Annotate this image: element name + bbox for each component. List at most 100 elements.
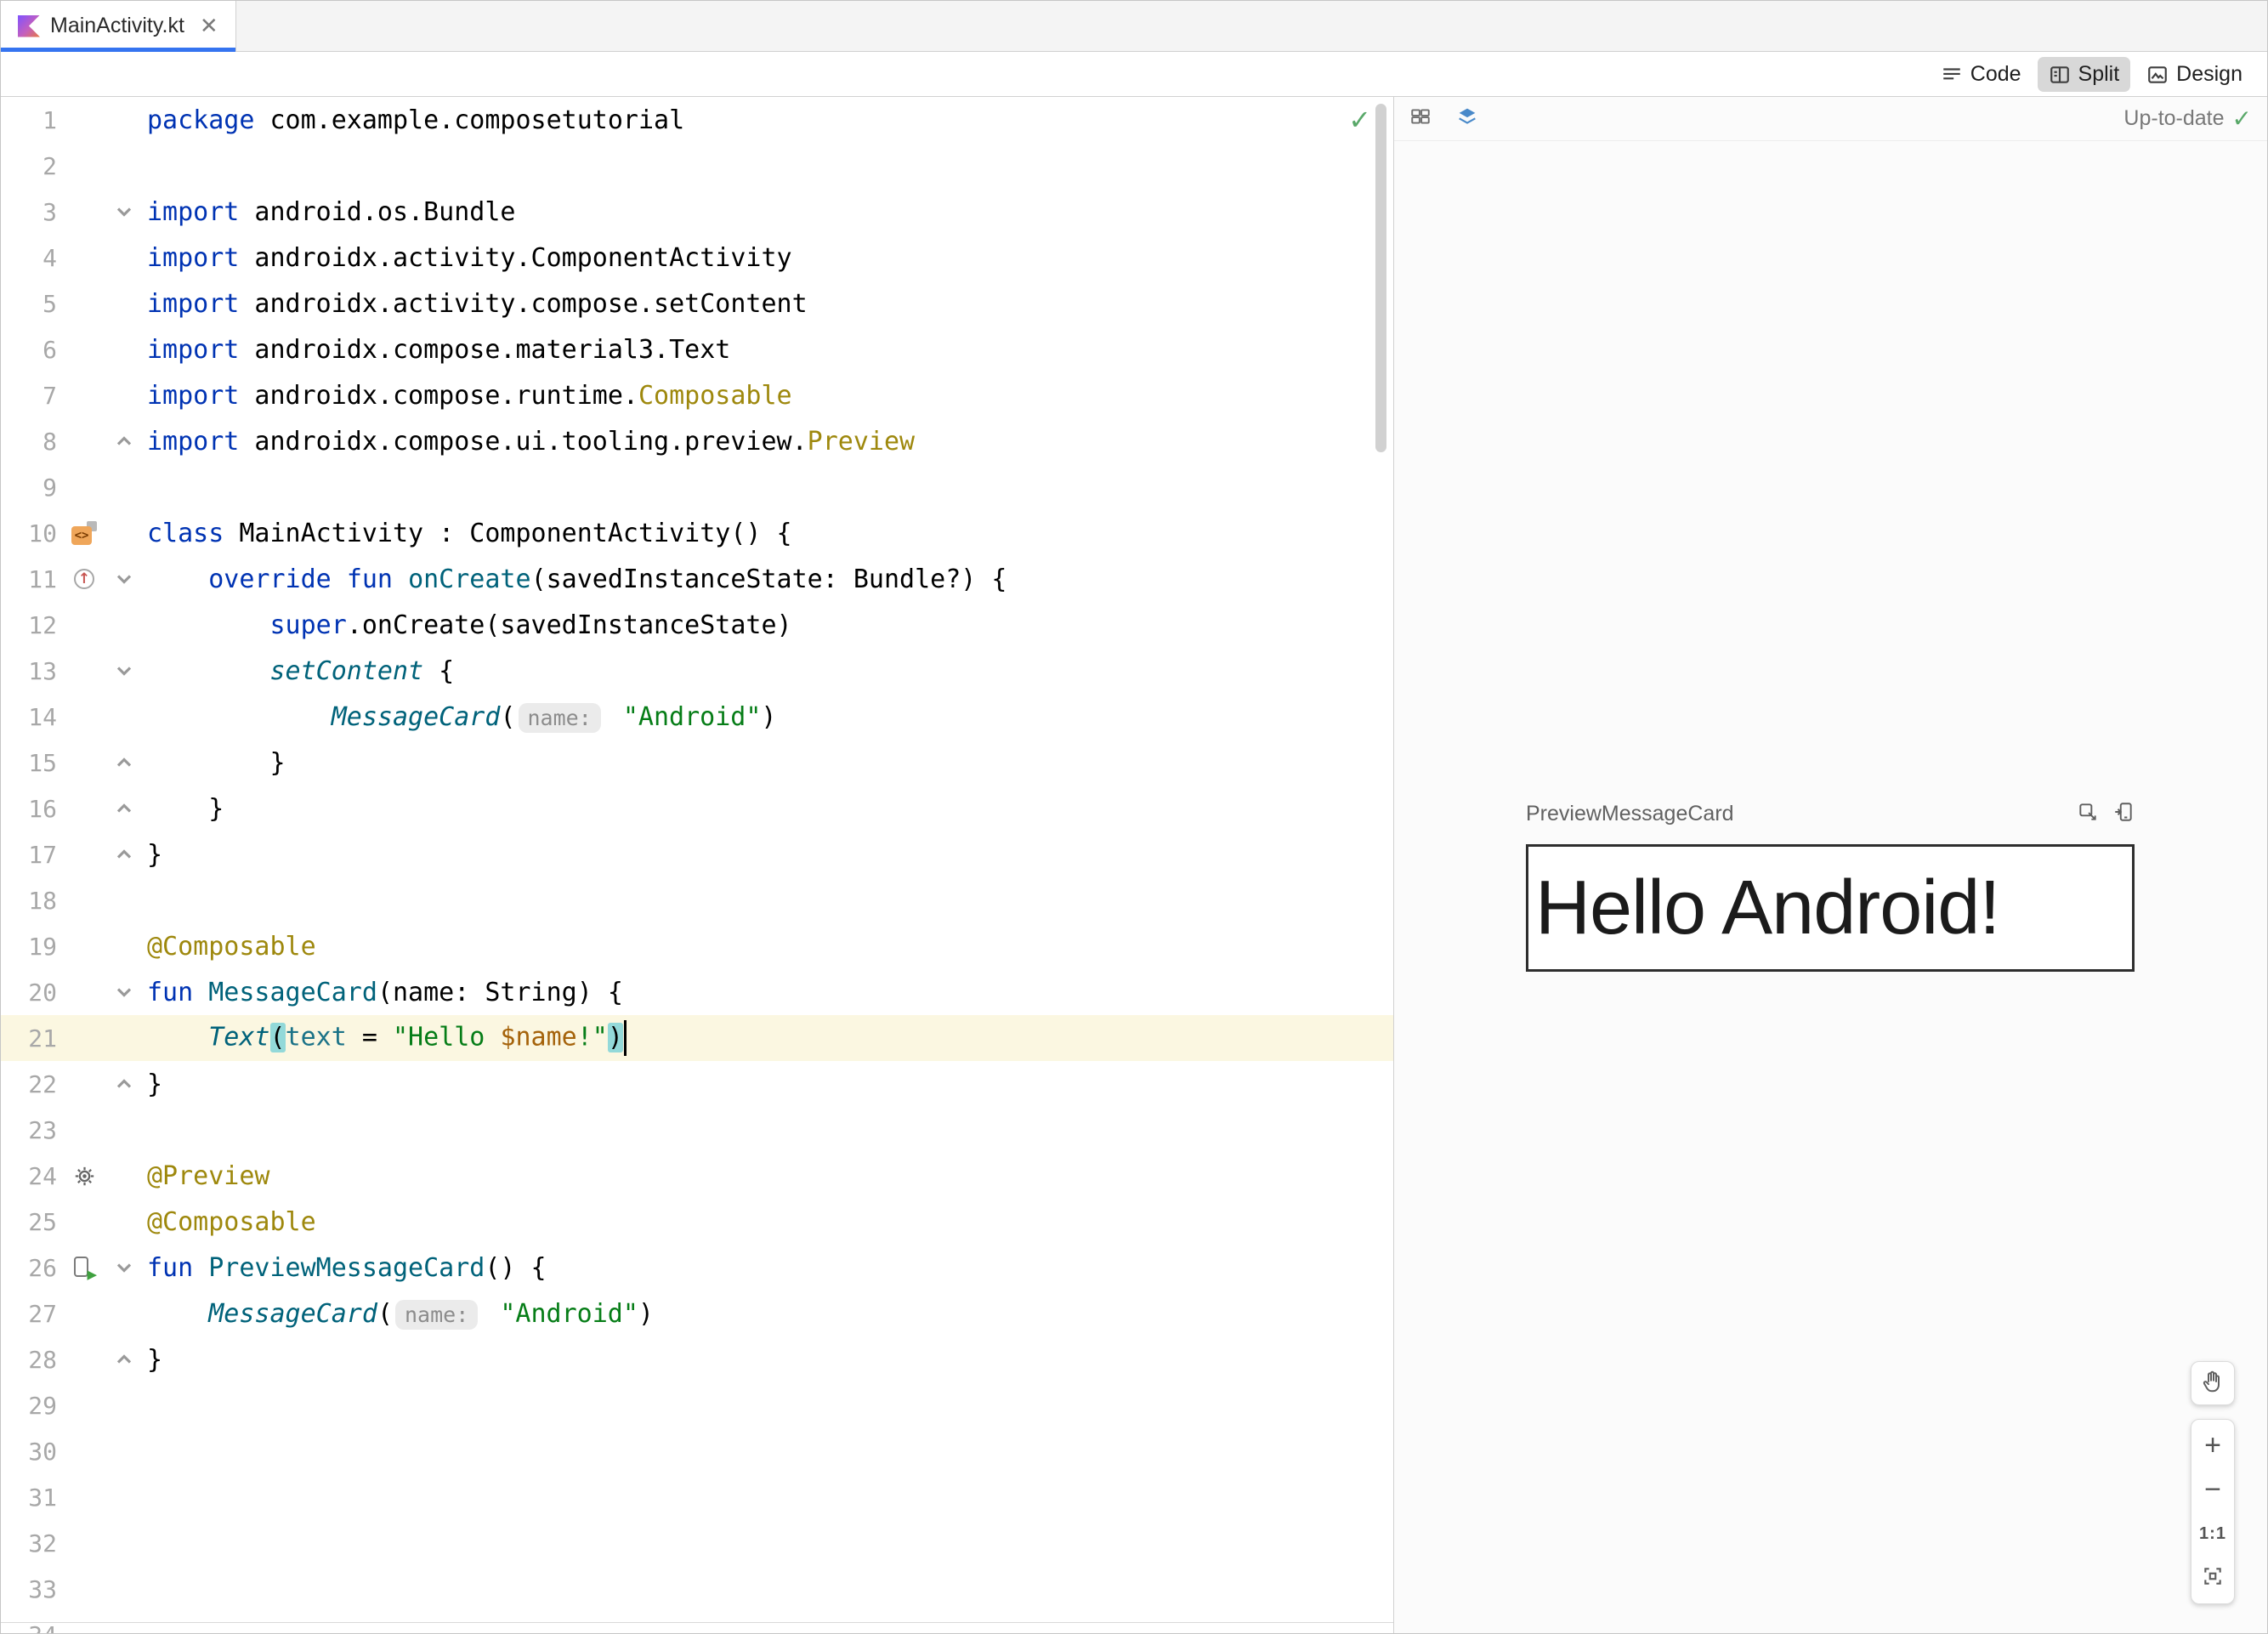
fold-down-marker[interactable] [106, 665, 142, 677]
code-text[interactable]: @Composable [142, 932, 1393, 962]
editor-vertical-scrollbar[interactable] [1375, 104, 1386, 452]
inspections-ok-check-icon[interactable]: ✓ [1348, 104, 1371, 136]
code-line-21: 21 Text(text = "Hello $name!") [1, 1015, 1393, 1061]
preview-card-header: PreviewMessageCard [1526, 801, 2135, 827]
line-number: 2 [43, 151, 57, 180]
fit-screen-icon [2202, 1562, 2224, 1595]
code-text[interactable]: override fun onCreate(savedInstanceState… [142, 565, 1393, 594]
preview-layers-icon[interactable] [1455, 105, 1479, 133]
override-method-icon[interactable]: ↑ [74, 569, 94, 589]
view-design-button[interactable]: Design [2135, 57, 2254, 92]
code-text[interactable]: @Composable [142, 1207, 1393, 1237]
preview-canvas[interactable]: Hello Android! [1526, 844, 2135, 972]
tab-title: MainActivity.kt [50, 14, 184, 37]
class-marker-icon[interactable]: <> [71, 521, 97, 545]
zoom-controls: + − 1:1 [2191, 1419, 2235, 1604]
line-number: 30 [28, 1437, 57, 1466]
code-text[interactable]: } [142, 794, 1393, 824]
code-line-23: 23 [1, 1107, 1393, 1153]
android-studio-split-editor: { "colors": { "accent_blue": "#3574F0", … [0, 0, 2268, 1634]
code-text[interactable]: fun PreviewMessageCard() { [142, 1253, 1393, 1283]
line-number: 29 [28, 1391, 57, 1420]
code-line-30: 30 [1, 1428, 1393, 1474]
zoom-actual-size-button[interactable]: 1:1 [2191, 1512, 2234, 1556]
code-text[interactable]: import androidx.compose.runtime.Composab… [142, 381, 1393, 411]
code-line-26: 26 ▶ fun PreviewMessageCard() { [1, 1245, 1393, 1291]
view-mode-toolbar: Code Split Design [1, 53, 2267, 97]
code-text[interactable]: } [142, 1069, 1393, 1099]
code-text[interactable]: fun MessageCard(name: String) { [142, 978, 1393, 1007]
code-text[interactable]: import androidx.compose.ui.tooling.previ… [142, 427, 1393, 457]
line-number: 24 [28, 1161, 57, 1190]
code-line-24: 24 @Preview [1, 1153, 1393, 1199]
line-number: 3 [43, 197, 57, 226]
split-view-label: Split [2078, 62, 2120, 86]
code-text[interactable]: } [142, 1345, 1393, 1375]
line-number: 16 [28, 794, 57, 823]
gutter-icon-cell[interactable]: ▶ [62, 1256, 106, 1281]
line-number: 22 [28, 1069, 57, 1098]
text-caret [623, 1020, 627, 1056]
code-line-28: 28} [1, 1336, 1393, 1382]
fold-up-marker[interactable] [106, 435, 142, 447]
preview-settings-gear-icon[interactable] [73, 1165, 96, 1188]
line-number: 11 [28, 565, 57, 593]
editor-bottom-divider [1, 1622, 1393, 1623]
code-text[interactable]: @Preview [142, 1161, 1393, 1191]
view-code-button[interactable]: Code [1930, 57, 2033, 92]
line-number: 19 [28, 932, 57, 961]
code-view-icon [1941, 64, 1963, 86]
zoom-in-button[interactable]: + [2191, 1423, 2234, 1467]
view-split-button[interactable]: Split [2037, 57, 2131, 92]
code-line-3: 3 import android.os.Bundle [1, 189, 1393, 235]
code-text[interactable]: } [142, 748, 1393, 778]
code-text[interactable]: class MainActivity : ComponentActivity()… [142, 519, 1393, 548]
line-number: 17 [28, 840, 57, 869]
preview-rendered-text: Hello Android! [1535, 865, 2000, 950]
tab-close-icon[interactable]: ✕ [200, 13, 218, 39]
code-line-9: 9 [1, 464, 1393, 510]
fold-up-marker[interactable] [106, 1078, 142, 1090]
interactive-preview-icon[interactable] [2077, 801, 2099, 827]
code-text[interactable]: super.onCreate(savedInstanceState) [142, 610, 1393, 640]
editor-tab-bar: MainActivity.kt ✕ [1, 1, 2267, 52]
line-number: 33 [28, 1574, 57, 1603]
line-number: 1 [43, 105, 57, 134]
run-preview-device-icon[interactable]: ▶ [73, 1256, 97, 1281]
code-text[interactable]: MessageCard(name: "Android") [142, 1299, 1393, 1330]
code-text[interactable]: import androidx.activity.ComponentActivi… [142, 243, 1393, 273]
run-on-device-icon[interactable] [2112, 801, 2135, 827]
fold-up-marker[interactable] [106, 1353, 142, 1365]
code-text[interactable]: import android.os.Bundle [142, 197, 1393, 227]
code-text[interactable]: import androidx.activity.compose.setCont… [142, 289, 1393, 319]
gutter-icon-cell[interactable] [62, 1165, 106, 1188]
pan-tool-button[interactable] [2191, 1361, 2235, 1405]
code-text[interactable]: setContent { [142, 656, 1393, 686]
fold-down-marker[interactable] [106, 1262, 142, 1274]
code-lines: 1 package com.example.composetutorial 2 3 im… [1, 97, 1393, 1633]
code-text[interactable]: } [142, 840, 1393, 870]
zoom-to-fit-button[interactable] [2191, 1556, 2234, 1600]
code-line-6: 6 import androidx.compose.material3.Text [1, 326, 1393, 372]
preview-grid-view-icon[interactable] [1409, 105, 1432, 132]
fold-up-marker[interactable] [106, 803, 142, 814]
line-number: 31 [28, 1483, 57, 1512]
code-text[interactable]: import androidx.compose.material3.Text [142, 335, 1393, 365]
code-text[interactable]: package com.example.composetutorial [142, 105, 1393, 135]
gutter-icon-cell[interactable]: ↑ [62, 569, 106, 589]
code-text[interactable]: MessageCard(name: "Android") [142, 702, 1393, 733]
code-line-1: 1 package com.example.composetutorial [1, 97, 1393, 143]
fold-down-marker[interactable] [106, 206, 142, 218]
design-view-label: Design [2176, 62, 2242, 86]
tab-mainactivity[interactable]: MainActivity.kt ✕ [1, 1, 236, 52]
fold-down-marker[interactable] [106, 986, 142, 998]
fold-up-marker[interactable] [106, 757, 142, 769]
code-text[interactable]: Text(text = "Hello $name!") [142, 1020, 1393, 1056]
code-line-25: 25 @Composable [1, 1199, 1393, 1245]
line-number: 7 [43, 381, 57, 410]
code-line-11: 11 ↑ override fun onCreate(savedInstanceS… [1, 556, 1393, 602]
zoom-out-button[interactable]: − [2191, 1467, 2234, 1512]
fold-down-marker[interactable] [106, 573, 142, 585]
gutter-icon-cell[interactable]: <> [62, 521, 106, 545]
fold-up-marker[interactable] [106, 848, 142, 860]
